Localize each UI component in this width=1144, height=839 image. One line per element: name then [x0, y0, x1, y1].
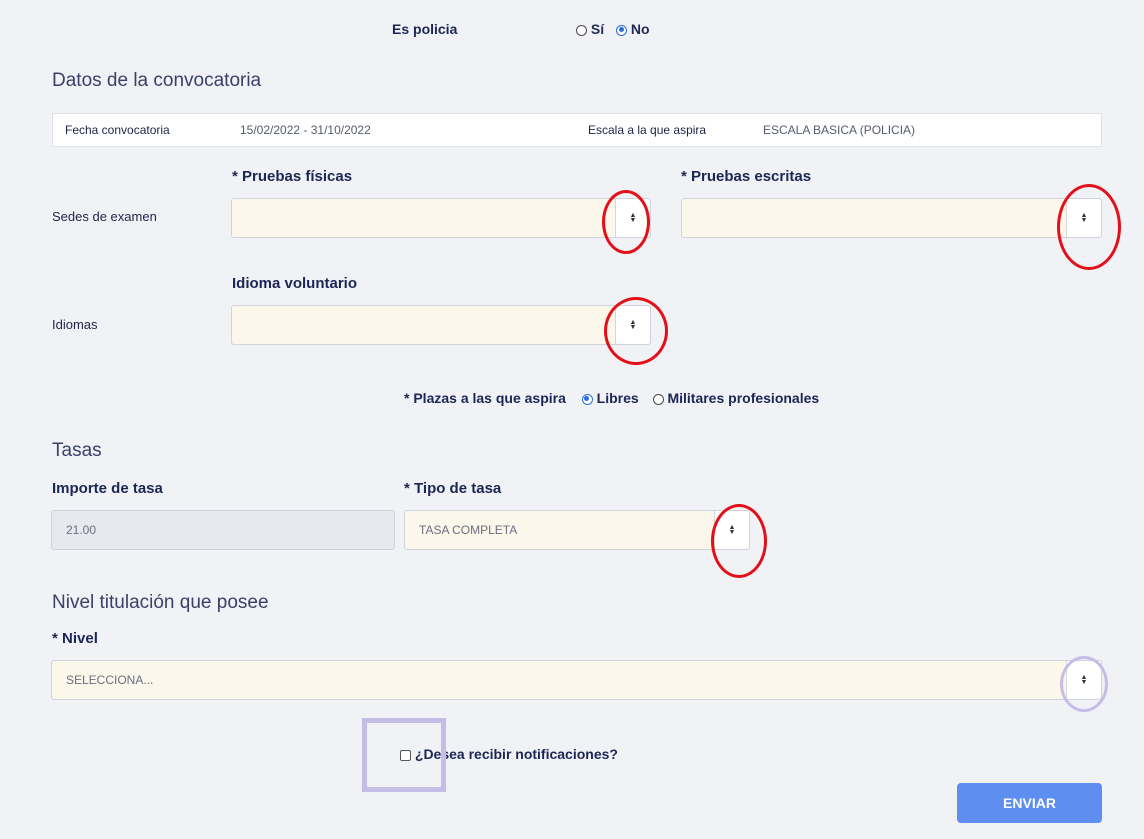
notificaciones-checkbox[interactable]	[400, 749, 411, 761]
sort-arrows-icon[interactable]: ▲ ▼	[615, 199, 650, 237]
convocatoria-section-title: Datos de la convocatoria	[52, 70, 262, 91]
pruebas-escritas-select[interactable]: ▲ ▼	[681, 198, 1102, 238]
pruebas-escritas-label: * Pruebas escritas	[681, 168, 812, 185]
idiomas-label: Idiomas	[52, 317, 98, 332]
plazas-label: * Plazas a las que aspira	[404, 390, 566, 406]
radio-libres-label: Libres	[596, 390, 639, 406]
fecha-convocatoria-value: 15/02/2022 - 31/10/2022	[240, 123, 371, 137]
radio-militares-label: Militares profesionales	[667, 390, 820, 406]
escala-value: ESCALA BASICA (POLICIA)	[763, 123, 916, 137]
escala-label: Escala a la que aspira	[588, 123, 707, 137]
tipo-tasa-select[interactable]: TASA COMPLETA ▲ ▼	[404, 510, 750, 550]
importe-tasa-label: Importe de tasa	[52, 480, 163, 497]
radio-libres-circle[interactable]	[581, 393, 593, 405]
fecha-convocatoria-label: Fecha convocatoria	[65, 123, 170, 137]
tipo-tasa-value: TASA COMPLETA	[419, 523, 518, 537]
titulacion-section-title: Nivel titulación que posee	[52, 592, 269, 613]
sort-arrows-icon[interactable]: ▲ ▼	[714, 511, 749, 549]
es-policia-label: Es policia	[392, 21, 458, 37]
sort-arrows-icon[interactable]: ▲ ▼	[1066, 199, 1101, 237]
es-policia-radio-group: Sí No	[576, 21, 650, 37]
sort-arrows-icon[interactable]: ▲ ▼	[1066, 661, 1101, 699]
convocatoria-info-row: Fecha convocatoria 15/02/2022 - 31/10/20…	[52, 113, 1102, 147]
radio-no-circle[interactable]	[616, 24, 628, 36]
pruebas-fisicas-label: * Pruebas físicas	[232, 168, 353, 185]
importe-tasa-input[interactable]: 21.00	[51, 510, 395, 550]
nivel-label: * Nivel	[52, 630, 98, 647]
radio-si-label: Sí	[590, 21, 605, 37]
radio-no[interactable]: No	[616, 21, 650, 37]
radio-militares[interactable]: Militares profesionales	[652, 390, 820, 406]
tipo-tasa-label: * Tipo de tasa	[404, 480, 502, 497]
nivel-value: SELECCIONA...	[66, 673, 154, 687]
radio-no-label: No	[630, 21, 650, 37]
notificaciones-row[interactable]: ¿Desea recibir notificaciones?	[400, 746, 618, 762]
sort-arrows-icon[interactable]: ▲ ▼	[615, 306, 650, 344]
tasas-section-title: Tasas	[52, 440, 102, 461]
notificaciones-label: ¿Desea recibir notificaciones?	[414, 746, 618, 762]
plazas-row: * Plazas a las que aspira Libres Militar…	[404, 390, 819, 406]
idioma-voluntario-label: Idioma voluntario	[232, 275, 358, 292]
importe-tasa-value: 21.00	[66, 523, 97, 537]
radio-si-circle[interactable]	[576, 24, 587, 36]
idioma-voluntario-select[interactable]: ▲ ▼	[231, 305, 651, 345]
nivel-select[interactable]: SELECCIONA... ▲ ▼	[51, 660, 1102, 700]
radio-si[interactable]: Sí	[576, 21, 608, 37]
enviar-button[interactable]: ENVIAR	[957, 783, 1102, 823]
radio-libres[interactable]: Libres	[581, 390, 643, 406]
radio-militares-circle[interactable]	[652, 393, 664, 405]
sedes-examen-label: Sedes de examen	[52, 209, 157, 224]
pruebas-fisicas-select[interactable]: ▲ ▼	[231, 198, 651, 238]
